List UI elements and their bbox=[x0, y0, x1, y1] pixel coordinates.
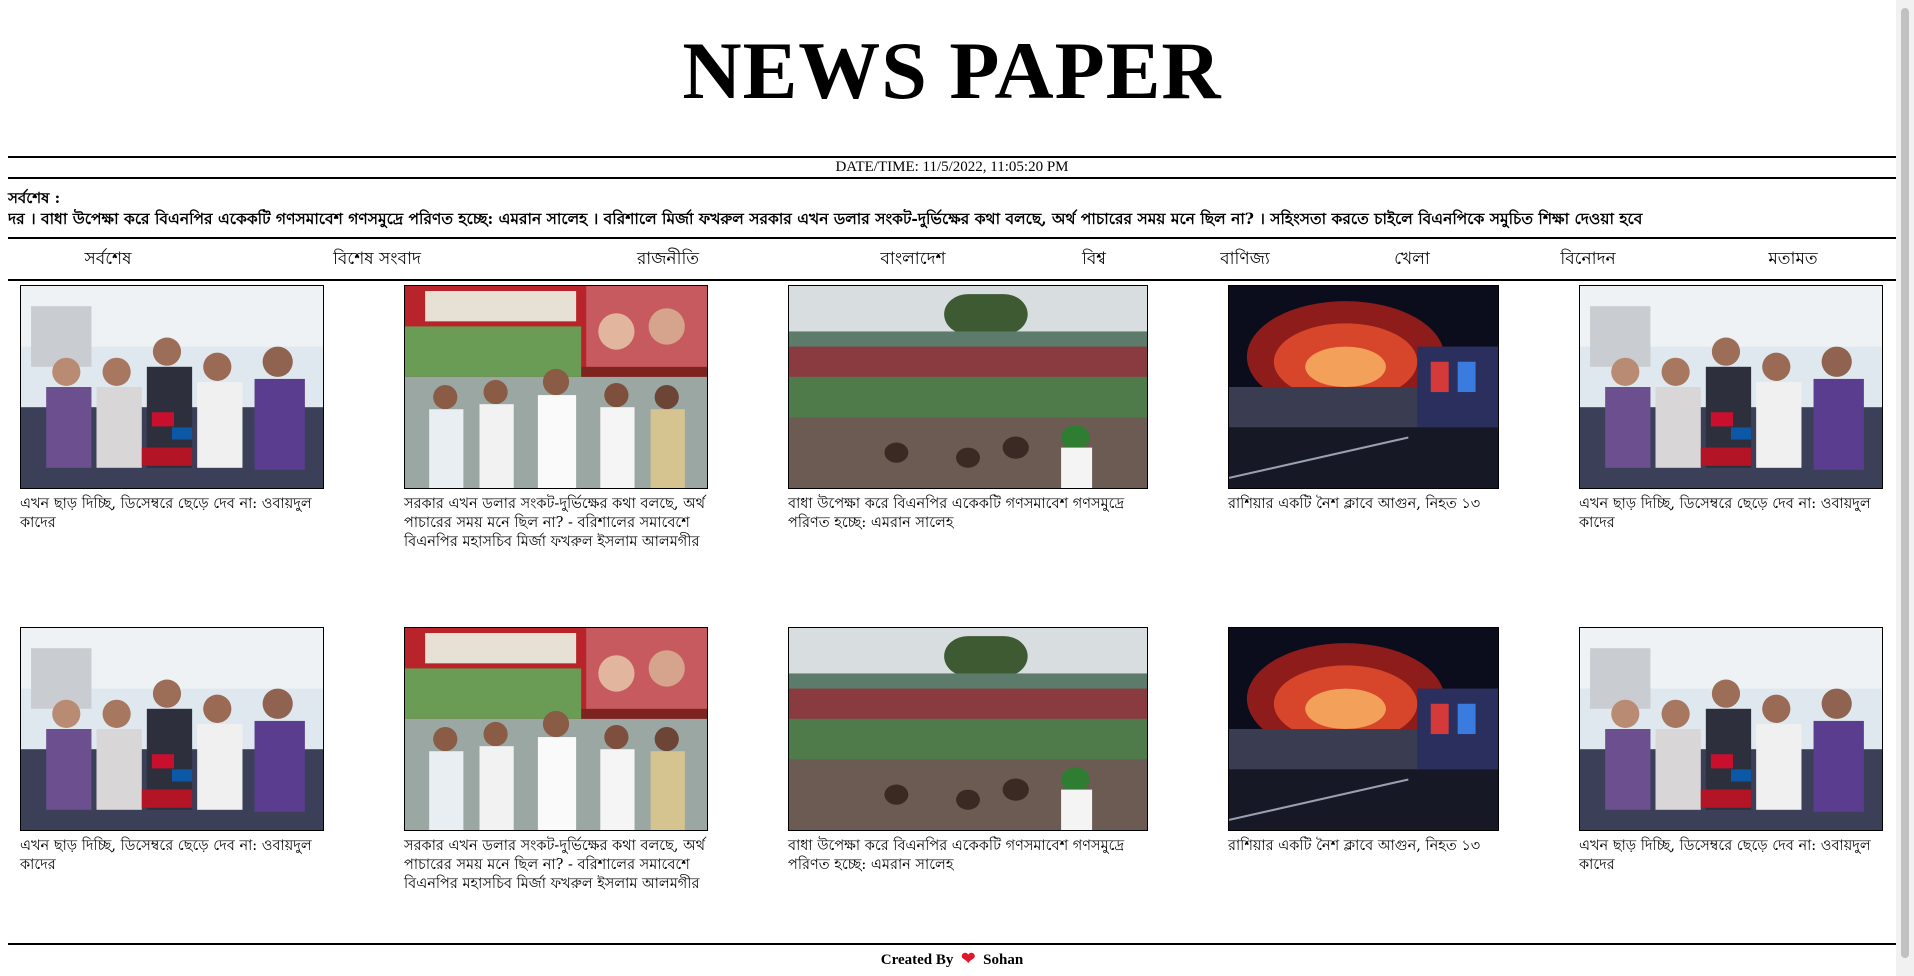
category-nav: সর্বশেষ বিশেষ সংবাদ রাজনীতি বাংলাদেশ বিশ… bbox=[8, 237, 1896, 281]
page-scrollbar[interactable] bbox=[1896, 0, 1914, 976]
footer-author: Sohan bbox=[983, 952, 1024, 968]
news-caption[interactable]: এখন ছাড় দিচ্ছি, ডিসেম্বরে ছেড়ে দেব না:… bbox=[20, 837, 324, 875]
nav-item-special-news[interactable]: বিশেষ সংবাদ bbox=[333, 239, 421, 279]
news-caption[interactable]: এখন ছাড় দিচ্ছি, ডিসেম্বরে ছেড়ে দেব না:… bbox=[1579, 837, 1883, 875]
news-image[interactable] bbox=[404, 627, 708, 831]
news-card[interactable]: বাধা উপেক্ষা করে বিএনপির একেকটি গণসমাবেশ… bbox=[788, 627, 1148, 875]
news-card[interactable]: এখন ছাড় দিচ্ছি, ডিসেম্বরে ছেড়ে দেব না:… bbox=[1579, 627, 1883, 875]
news-caption[interactable]: সরকার এখন ডলার সংকট-দুর্ভিক্ষের কথা বলছে… bbox=[404, 837, 708, 894]
breaking-news: সর্বশেষ : দর । বাধা উপেক্ষা করে বিএনপির … bbox=[8, 179, 1896, 237]
news-caption[interactable]: এখন ছাড় দিচ্ছি, ডিসেম্বরে ছেড়ে দেব না:… bbox=[20, 495, 324, 533]
breaking-ticker[interactable]: দর । বাধা উপেক্ষা করে বিএনপির একেকটি গণস… bbox=[8, 209, 1896, 229]
news-caption[interactable]: বাধা উপেক্ষা করে বিএনপির একেকটি গণসমাবেশ… bbox=[788, 837, 1148, 875]
news-image[interactable] bbox=[20, 627, 324, 831]
news-caption[interactable]: রাশিয়ার একটি নৈশ ক্লাবে আগুন, নিহত ১৩ bbox=[1228, 495, 1499, 514]
news-image[interactable] bbox=[1579, 285, 1883, 489]
footer: Created By ❤ Sohan bbox=[8, 943, 1896, 969]
nav-item-politics[interactable]: রাজনীতি bbox=[637, 239, 699, 279]
news-card[interactable]: এখন ছাড় দিচ্ছি, ডিসেম্বরে ছেড়ে দেব না:… bbox=[20, 285, 324, 533]
datetime-value: 11/5/2022, 11:05:20 PM bbox=[922, 159, 1069, 175]
news-card[interactable]: সরকার এখন ডলার সংকট-দুর্ভিক্ষের কথা বলছে… bbox=[404, 627, 708, 894]
datetime-label: DATE/TIME: bbox=[835, 159, 919, 175]
news-card[interactable]: সরকার এখন ডলার সংকট-দুর্ভিক্ষের কথা বলছে… bbox=[404, 285, 708, 552]
news-caption[interactable]: এখন ছাড় দিচ্ছি, ডিসেম্বরে ছেড়ে দেব না:… bbox=[1579, 495, 1883, 533]
news-image[interactable] bbox=[1579, 627, 1883, 831]
nav-item-bangladesh[interactable]: বাংলাদেশ bbox=[880, 239, 945, 279]
news-card[interactable]: এখন ছাড় দিচ্ছি, ডিসেম্বরে ছেড়ে দেব না:… bbox=[1579, 285, 1883, 533]
news-image[interactable] bbox=[788, 627, 1148, 831]
page: NEWS PAPER DATE/TIME: 11/5/2022, 11:05:2… bbox=[8, 0, 1896, 281]
nav-item-opinion[interactable]: মতামত bbox=[1768, 239, 1817, 279]
news-card[interactable]: এখন ছাড় দিচ্ছি, ডিসেম্বরে ছেড়ে দেব না:… bbox=[20, 627, 324, 875]
news-image[interactable] bbox=[1228, 285, 1499, 489]
news-caption[interactable]: সরকার এখন ডলার সংকট-দুর্ভিক্ষের কথা বলছে… bbox=[404, 495, 708, 552]
news-card[interactable]: রাশিয়ার একটি নৈশ ক্লাবে আগুন, নিহত ১৩ bbox=[1228, 285, 1499, 514]
news-image[interactable] bbox=[20, 285, 324, 489]
nav-item-entertainment[interactable]: বিনোদন bbox=[1560, 239, 1615, 279]
nav-item-world[interactable]: বিশ্ব bbox=[1082, 239, 1106, 279]
page-title: NEWS PAPER bbox=[682, 25, 1222, 116]
news-image[interactable] bbox=[1228, 627, 1499, 831]
nav-item-sports[interactable]: খেলা bbox=[1394, 239, 1430, 279]
news-image[interactable] bbox=[788, 285, 1148, 489]
news-card[interactable]: বাধা উপেক্ষা করে বিএনপির একেকটি গণসমাবেশ… bbox=[788, 285, 1148, 533]
footer-created-by: Created By bbox=[880, 952, 954, 968]
news-image[interactable] bbox=[404, 285, 708, 489]
nav-item-commerce[interactable]: বাণিজ্য bbox=[1220, 239, 1270, 279]
news-card[interactable]: রাশিয়ার একটি নৈশ ক্লাবে আগুন, নিহত ১৩ bbox=[1228, 627, 1499, 856]
news-caption[interactable]: রাশিয়ার একটি নৈশ ক্লাবে আগুন, নিহত ১৩ bbox=[1228, 837, 1499, 856]
nav-item-latest[interactable]: সর্বশেষ bbox=[85, 239, 132, 279]
scrollbar-thumb[interactable] bbox=[1901, 8, 1909, 958]
news-caption[interactable]: বাধা উপেক্ষা করে বিএনপির একেকটি গণসমাবেশ… bbox=[788, 495, 1148, 533]
heart-icon: ❤ bbox=[961, 949, 976, 968]
datetime-bar: DATE/TIME: 11/5/2022, 11:05:20 PM bbox=[8, 156, 1896, 179]
